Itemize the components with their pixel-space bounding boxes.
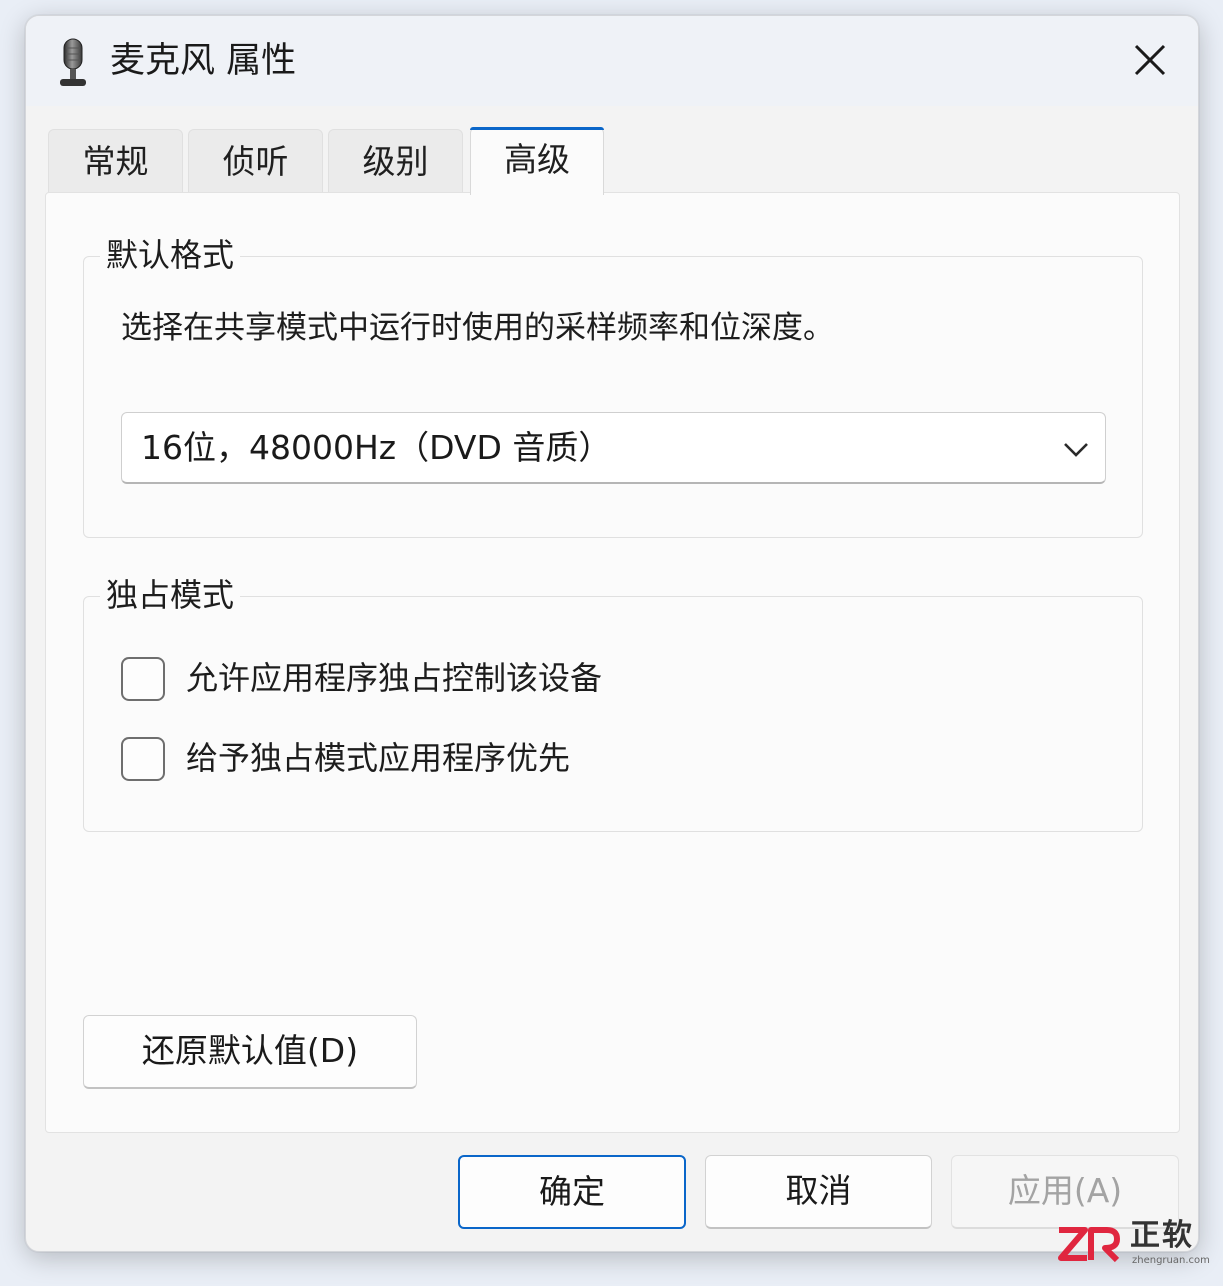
dialog-title: 麦克风 属性 [110, 41, 297, 81]
restore-defaults-button[interactable]: 还原默认值(D) [83, 1015, 417, 1089]
allow-exclusive-control-option[interactable]: 允许应用程序独占控制该设备 [121, 655, 1021, 701]
tab-general[interactable]: 常规 [48, 129, 183, 193]
sample-rate-dropdown[interactable]: 16位，48000Hz（DVD 音质） [121, 412, 1106, 484]
exclusive-priority-checkbox[interactable] [121, 737, 165, 781]
cancel-button[interactable]: 取消 [705, 1155, 932, 1229]
default-format-description: 选择在共享模式中运行时使用的采样频率和位深度。 [121, 310, 834, 346]
default-format-group: 默认格式 选择在共享模式中运行时使用的采样频率和位深度。 16位，48000Hz… [83, 235, 1143, 538]
exclusive-priority-option[interactable]: 给予独占模式应用程序优先 [121, 735, 1021, 781]
advanced-tab-panel: 默认格式 选择在共享模式中运行时使用的采样频率和位深度。 16位，48000Hz… [45, 192, 1180, 1133]
watermark-url: zhengruan.com [1132, 1255, 1210, 1266]
close-button[interactable] [1122, 34, 1178, 86]
tab-listen[interactable]: 侦听 [188, 129, 323, 193]
watermark-logo [1058, 1227, 1120, 1263]
exclusive-mode-title: 独占模式 [100, 575, 241, 615]
ok-button[interactable]: 确定 [458, 1155, 686, 1229]
watermark: 正软 zhengruan.com [1055, 1218, 1215, 1270]
tab-strip: 常规 侦听 级别 高级 [48, 127, 648, 195]
exclusive-priority-label: 给予独占模式应用程序优先 [186, 739, 571, 777]
exclusive-mode-group: 独占模式 允许应用程序独占控制该设备 给予独占模式应用程序优先 [83, 575, 1143, 832]
default-format-title: 默认格式 [100, 235, 241, 275]
allow-exclusive-control-label: 允许应用程序独占控制该设备 [186, 659, 603, 697]
title-bar: 麦克风 属性 [26, 16, 1198, 106]
properties-dialog: 麦克风 属性 常规 侦听 级别 高级 默认格式 选择在共享模式中运行时使用的采样… [25, 15, 1199, 1252]
allow-exclusive-control-checkbox[interactable] [121, 657, 165, 701]
sample-rate-selected-value: 16位，48000Hz（DVD 音质） [141, 428, 612, 467]
chevron-down-icon [1064, 443, 1088, 457]
microphone-icon [60, 38, 86, 86]
watermark-name: 正软 [1130, 1218, 1194, 1253]
close-icon [1134, 44, 1166, 76]
tab-levels[interactable]: 级别 [328, 129, 463, 193]
tab-advanced[interactable]: 高级 [470, 127, 604, 195]
